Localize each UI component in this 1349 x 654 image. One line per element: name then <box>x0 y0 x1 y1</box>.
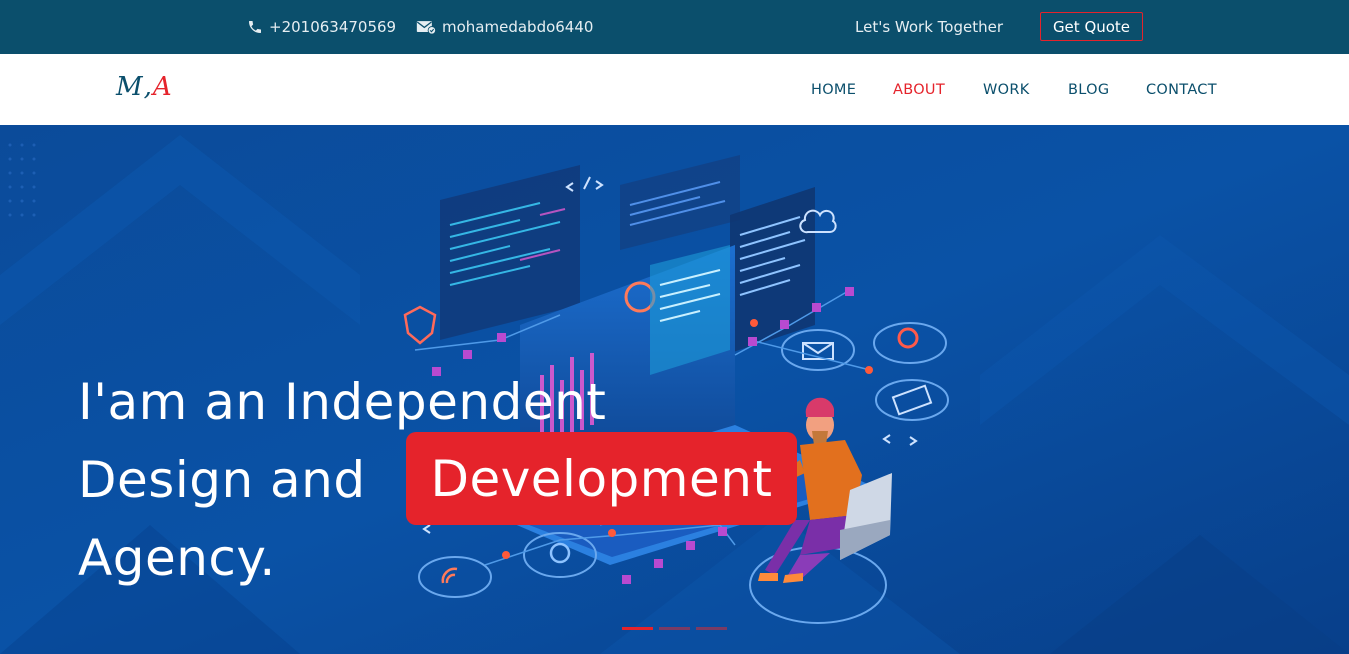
hero-line-2: Design and <box>78 451 366 509</box>
nav-work[interactable]: WORK <box>983 54 1030 125</box>
email-address: mohamedabdo6440 <box>442 18 594 36</box>
hero-banner: I'am an Independent Design and Developme… <box>0 125 1349 654</box>
logo-letter-m: M <box>116 72 144 102</box>
logo[interactable]: M,A <box>116 72 173 102</box>
get-quote-button[interactable]: Get Quote <box>1040 12 1143 41</box>
hero-highlight-badge: Development <box>406 432 797 525</box>
main-navbar: M,A HOME ABOUT WORK BLOG CONTACT <box>0 54 1349 125</box>
nav-home[interactable]: HOME <box>811 54 856 125</box>
work-together-text: Let's Work Together <box>855 18 1003 36</box>
phone-icon <box>247 19 263 35</box>
hero-line-3: Agency. <box>78 529 276 587</box>
nav-contact[interactable]: CONTACT <box>1146 54 1217 125</box>
slider-pagination <box>622 627 727 630</box>
slide-indicator-3[interactable] <box>696 627 727 630</box>
email-icon <box>416 19 436 35</box>
nav-blog[interactable]: BLOG <box>1068 54 1109 125</box>
logo-separator: , <box>143 72 153 102</box>
logo-letter-a: A <box>152 72 173 102</box>
nav-about[interactable]: ABOUT <box>893 54 945 125</box>
email-contact[interactable]: mohamedabdo6440 <box>416 0 593 54</box>
phone-contact[interactable]: +201063470569 <box>247 0 396 54</box>
hero-line-1: I'am an Independent <box>78 373 607 431</box>
slide-indicator-1[interactable] <box>622 627 653 630</box>
phone-number: +201063470569 <box>269 18 397 36</box>
slide-indicator-2[interactable] <box>659 627 690 630</box>
top-bar: +201063470569 mohamedabdo6440 Let's Work… <box>0 0 1349 54</box>
